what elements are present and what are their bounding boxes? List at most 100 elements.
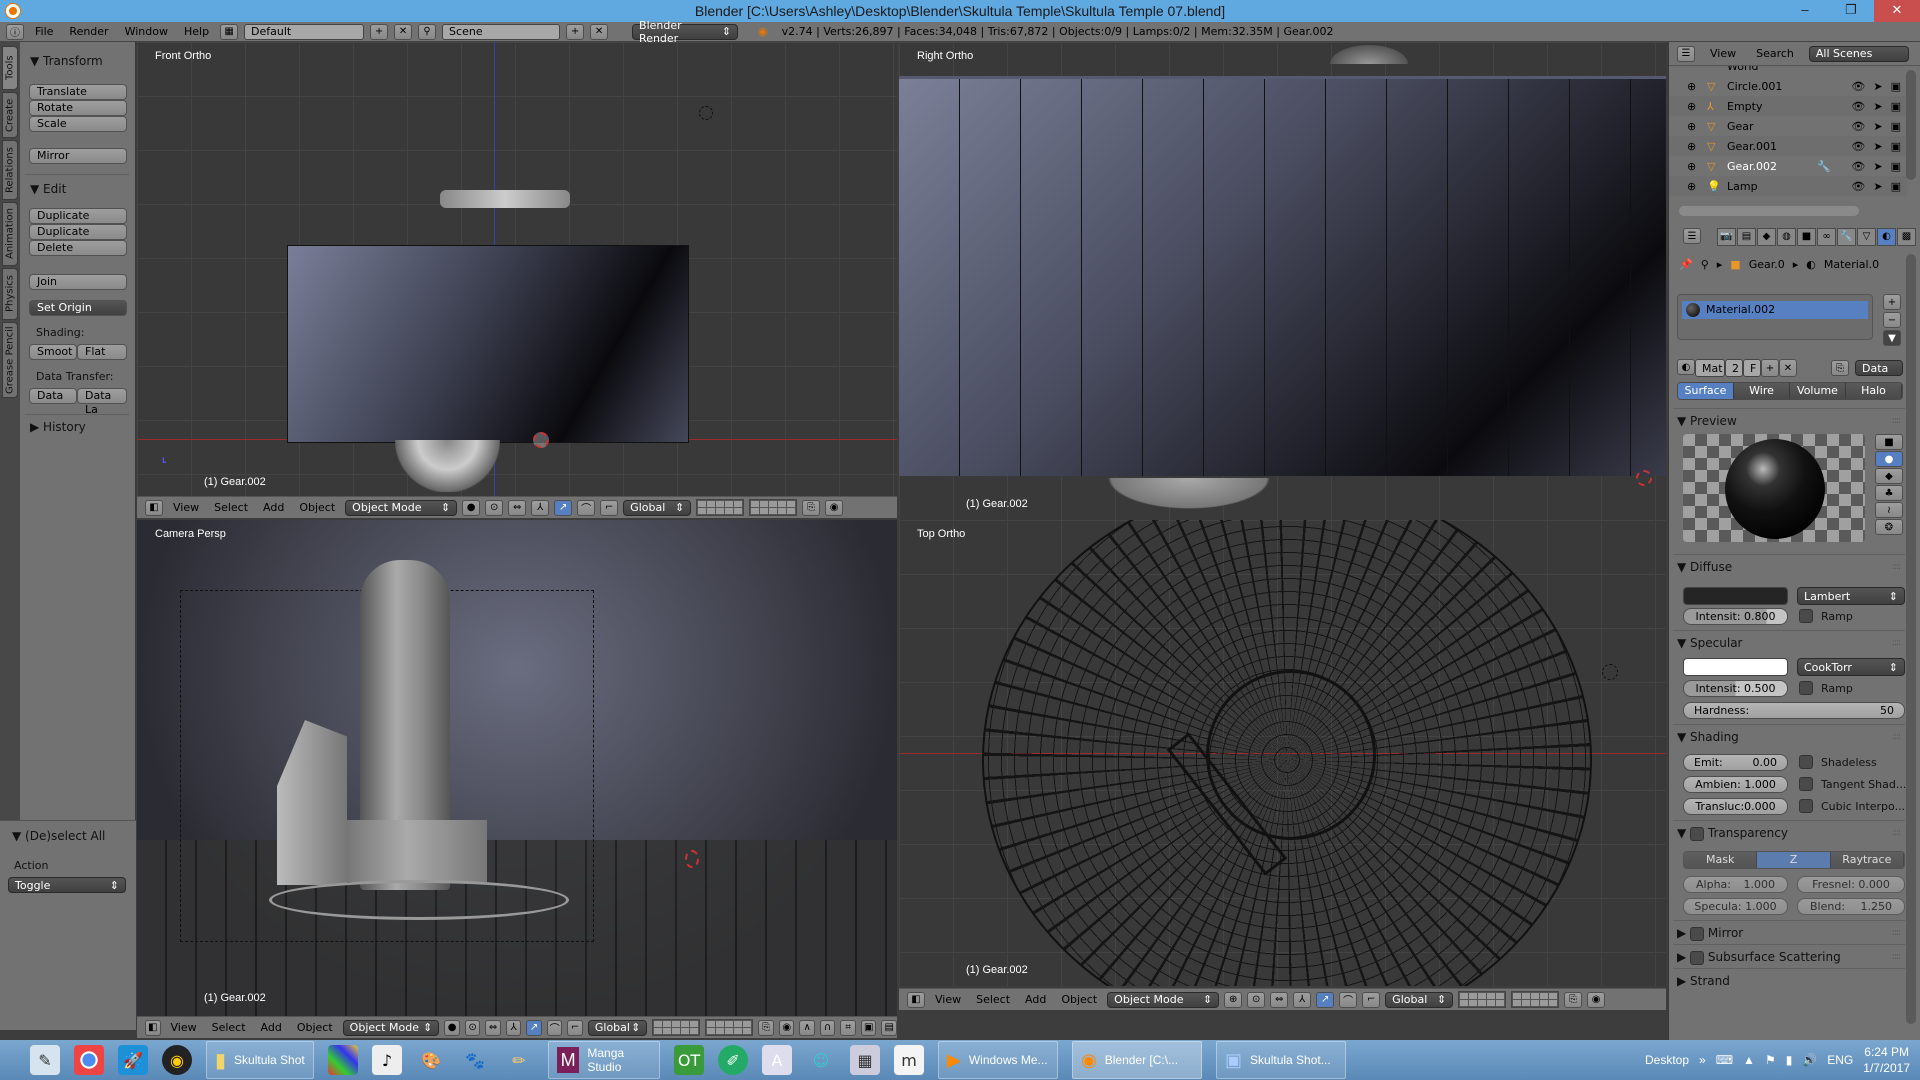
rotate-manipulator-icon[interactable]: ⌒ xyxy=(546,1019,563,1036)
sss-panel-header[interactable]: ▶ Subsurface Scattering xyxy=(1677,950,1841,965)
rotate-manipulator-icon[interactable]: ⌒ xyxy=(577,499,596,516)
menu-object[interactable]: Object xyxy=(1056,993,1102,1006)
transparency-mask-tab[interactable]: Mask xyxy=(1684,852,1758,868)
join-button[interactable]: Join xyxy=(29,274,127,290)
renderable-camera-icon[interactable]: ▣ xyxy=(1891,100,1901,113)
material-slot-item[interactable]: Material.002 xyxy=(1682,301,1868,319)
modifiers-tab-icon[interactable]: 🔧 xyxy=(1837,228,1856,246)
diffuse-shader-dropdown[interactable]: Lambert ⇕ xyxy=(1797,587,1905,605)
menu-add[interactable]: Add xyxy=(256,1021,287,1034)
render-preview-icon[interactable]: ◉ xyxy=(1587,991,1606,1008)
orientation-dropdown[interactable]: Global ⇕ xyxy=(587,1019,648,1036)
expand-icon[interactable]: ⊕ xyxy=(1687,100,1696,113)
paint-app-icon[interactable] xyxy=(328,1045,358,1075)
paint-palette-icon[interactable]: 🎨 xyxy=(416,1045,446,1075)
editor-type-3dview-icon[interactable]: ◧ xyxy=(907,991,925,1008)
diffuse-panel-header[interactable]: ▼ Diffuse xyxy=(1677,560,1732,574)
deselect-all-header[interactable]: ▼ (De)select All xyxy=(12,829,105,843)
drag-grip-icon[interactable]: :::: xyxy=(1892,952,1901,962)
selectable-cursor-icon[interactable]: ➤ xyxy=(1873,160,1882,173)
copy-material-icon[interactable]: ⎘ xyxy=(1831,360,1849,376)
scene-icon[interactable]: ⚲ xyxy=(418,23,437,40)
menu-file[interactable]: File xyxy=(30,25,58,38)
emit-field[interactable]: Emit: 0.00 xyxy=(1683,754,1788,771)
specular-intensity-slider[interactable]: Intensit: 0.500 xyxy=(1683,680,1788,697)
renderable-camera-icon[interactable]: ▣ xyxy=(1891,180,1901,193)
remove-layout-button[interactable]: ✕ xyxy=(394,23,413,40)
miku-app-icon[interactable]: ☺ xyxy=(806,1045,836,1075)
snap-element-icon[interactable]: ⌗ xyxy=(840,1019,856,1036)
taskbar-app-skultula-folder[interactable]: ▮ Skultula Shot xyxy=(206,1041,314,1079)
menu-object[interactable]: Object xyxy=(292,1021,338,1034)
visibility-eye-icon[interactable]: 👁 xyxy=(1851,120,1865,133)
menu-view[interactable]: View xyxy=(168,501,204,514)
render-preview-icon[interactable]: ◉ xyxy=(778,1019,795,1036)
material-tab-icon[interactable]: ◐ xyxy=(1877,228,1896,246)
layout-field[interactable]: Default xyxy=(244,23,365,40)
editor-type-info-icon[interactable]: ⓘ xyxy=(6,23,24,40)
menu-add[interactable]: Add xyxy=(1020,993,1051,1006)
edit-panel-header[interactable]: ▼ Edit xyxy=(30,182,66,196)
opentoonz-icon[interactable]: OT xyxy=(674,1045,704,1075)
selectable-cursor-icon[interactable]: ➤ xyxy=(1873,100,1882,113)
type-tab-halo[interactable]: Halo xyxy=(1846,383,1902,399)
clock[interactable]: 6:24 PM 1/7/2017 xyxy=(1863,1044,1910,1076)
sss-checkbox[interactable] xyxy=(1690,950,1705,965)
scale-manipulator-icon[interactable]: ⌐ xyxy=(567,1019,583,1036)
tab-relations[interactable]: Relations xyxy=(2,140,18,200)
material-users-count[interactable]: 2 xyxy=(1725,359,1743,377)
render-animation-icon[interactable]: ▤ xyxy=(881,1019,897,1036)
maximize-button[interactable]: ❐ xyxy=(1828,0,1874,22)
diffuse-color-swatch[interactable] xyxy=(1683,587,1788,605)
pivot-point-icon[interactable]: ⊙ xyxy=(485,499,504,516)
proportional-edit-icon[interactable]: ∧ xyxy=(799,1019,815,1036)
taskbar-app-manga-studio[interactable]: M Manga Studio xyxy=(548,1041,660,1079)
diffuse-ramp-checkbox[interactable] xyxy=(1799,609,1813,623)
layer-buttons-1[interactable] xyxy=(1458,991,1507,1008)
menu-select[interactable]: Select xyxy=(207,1021,251,1034)
transform-manipulator-icon[interactable]: ⅄ xyxy=(1293,991,1312,1008)
visibility-eye-icon[interactable]: 👁 xyxy=(1851,80,1865,93)
selectable-cursor-icon[interactable]: ➤ xyxy=(1873,80,1882,93)
shade-smooth-button[interactable]: Smoot xyxy=(29,344,77,360)
taskbar-app-windows-media[interactable]: ▶ Windows Me... xyxy=(938,1041,1058,1079)
menu-view[interactable]: View xyxy=(166,1021,202,1034)
fresnel-field[interactable]: Fresnel: 0.000 xyxy=(1797,876,1905,893)
specular-ramp-checkbox[interactable] xyxy=(1799,681,1813,695)
render-preview-icon[interactable]: ◉ xyxy=(825,499,844,516)
expand-icon[interactable]: ⊕ xyxy=(1687,120,1696,133)
pivot-point-icon[interactable]: ⊙ xyxy=(464,1019,481,1036)
pivot-point-icon[interactable]: ⊙ xyxy=(1247,991,1266,1008)
rotate-manipulator-icon[interactable]: ⌒ xyxy=(1339,991,1358,1008)
music-app-icon[interactable]: ♪ xyxy=(372,1045,402,1075)
specular-panel-header[interactable]: ▼ Specular xyxy=(1677,636,1743,650)
display-mode-dropdown[interactable]: All Scenes xyxy=(1808,45,1909,62)
outliner-row-world[interactable]: World xyxy=(1669,66,1907,76)
mode-dropdown[interactable]: Object Mode ⇕ xyxy=(342,1019,440,1036)
add-material-slot-button[interactable]: + xyxy=(1883,294,1901,310)
hardness-slider[interactable]: Hardness: 50 xyxy=(1683,702,1905,719)
tab-animation[interactable]: Animation xyxy=(2,202,18,266)
visibility-eye-icon[interactable]: 👁 xyxy=(1851,160,1865,173)
outliner-menu-view[interactable]: View xyxy=(1705,47,1741,60)
data-layers-button[interactable]: Data La xyxy=(77,388,127,416)
specular-alpha-slider[interactable]: Specula: 1.000 xyxy=(1683,898,1788,915)
browse-material-icon[interactable]: ◐ xyxy=(1677,359,1695,375)
pin-icon[interactable]: 📌 xyxy=(1679,258,1693,271)
scale-manipulator-icon[interactable]: ⌐ xyxy=(1362,991,1381,1008)
render-layers-tab-icon[interactable]: ▤ xyxy=(1737,228,1756,246)
data-tab-icon[interactable]: ▽ xyxy=(1857,228,1876,246)
mode-dropdown[interactable]: Object Mode ⇕ xyxy=(345,499,458,516)
preview-flat-icon[interactable]: ■ xyxy=(1875,434,1903,450)
viewport-top-ortho[interactable]: Top Ortho (1) Gear.002 xyxy=(899,520,1666,986)
outliner-horizontal-scrollbar[interactable] xyxy=(1679,206,1859,216)
set-origin-dropdown[interactable]: Set Origin xyxy=(29,300,127,316)
tab-tools[interactable]: Tools xyxy=(2,46,18,90)
preview-panel-header[interactable]: ▼ Preview xyxy=(1677,414,1737,428)
translate-manipulator-icon[interactable]: ↗ xyxy=(1316,991,1335,1008)
viewport-shading-solid-icon[interactable]: ● xyxy=(462,499,481,516)
lock-layers-icon[interactable]: ⎘ xyxy=(802,499,821,516)
outliner-row[interactable]: ⊕ ▽ Gear.001 👁 ➤ ▣ xyxy=(1669,136,1907,156)
viewport-shading-wireframe-icon[interactable]: ⊕ xyxy=(1224,991,1243,1008)
notepad-icon[interactable]: ✎ xyxy=(30,1045,60,1075)
